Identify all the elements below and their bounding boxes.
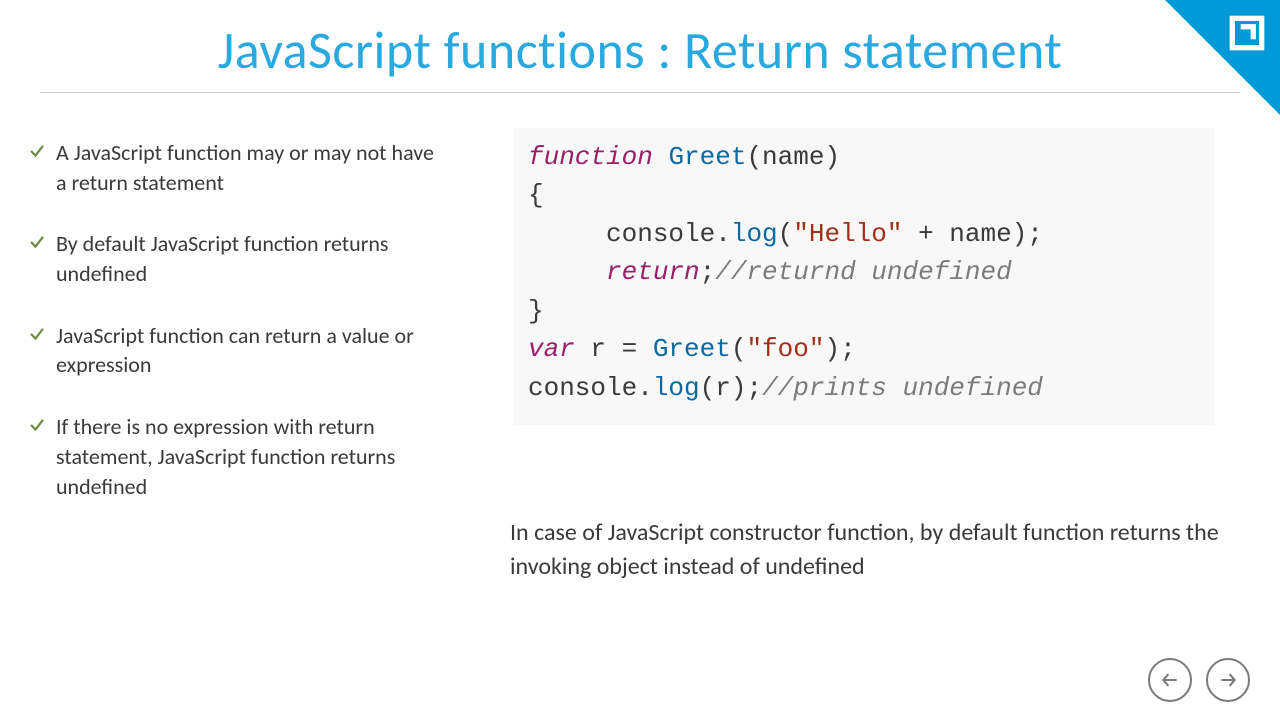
- code-block: function Greet(name) { console.log("Hell…: [514, 128, 1214, 425]
- bullet-text: If there is no expression with return st…: [56, 412, 448, 501]
- code-text: (name): [746, 142, 840, 172]
- code-string: "Hello": [793, 219, 902, 249]
- brand-logo-icon: [1226, 12, 1268, 59]
- prev-button[interactable]: [1148, 658, 1192, 702]
- code-keyword: var: [528, 334, 575, 364]
- code-text: (r);: [700, 373, 762, 403]
- bullet-item: If there is no expression with return st…: [28, 412, 448, 501]
- code-text: }: [528, 296, 544, 326]
- nav-controls: [1148, 658, 1250, 702]
- bullet-item: By default JavaScript function returns u…: [28, 229, 448, 288]
- title-underline: [40, 92, 1240, 93]
- code-text: );: [824, 334, 855, 364]
- check-icon: [28, 233, 46, 251]
- code-comment: //prints undefined: [762, 373, 1043, 403]
- code-fn: Greet: [653, 334, 731, 364]
- code-fn: Greet: [668, 142, 746, 172]
- code-text: (: [778, 219, 794, 249]
- bullet-text: By default JavaScript function returns u…: [56, 229, 448, 288]
- footnote: In case of JavaScript constructor functi…: [510, 516, 1230, 583]
- code-text: r =: [575, 334, 653, 364]
- code-fn: log: [653, 373, 700, 403]
- code-text: ;: [700, 257, 716, 287]
- code-text: console.: [528, 373, 653, 403]
- check-icon: [28, 325, 46, 343]
- code-text: {: [528, 180, 544, 210]
- code-text: (: [731, 334, 747, 364]
- code-text: [528, 219, 606, 249]
- bullet-text: A JavaScript function may or may not hav…: [56, 138, 448, 197]
- code-text: + name);: [902, 219, 1042, 249]
- next-button[interactable]: [1206, 658, 1250, 702]
- check-icon: [28, 142, 46, 160]
- slide: JavaScript functions : Return statement …: [0, 0, 1280, 720]
- code-comment: //returnd undefined: [715, 257, 1011, 287]
- code-fn: log: [731, 219, 778, 249]
- slide-title: JavaScript functions : Return statement: [0, 18, 1280, 82]
- code-string: "foo": [746, 334, 824, 364]
- bullet-list: A JavaScript function may or may not hav…: [28, 138, 448, 533]
- code-text: [528, 257, 606, 287]
- bullet-item: JavaScript function can return a value o…: [28, 321, 448, 380]
- bullet-text: JavaScript function can return a value o…: [56, 321, 448, 380]
- check-icon: [28, 416, 46, 434]
- code-keyword: function: [528, 142, 653, 172]
- code-text: console.: [606, 219, 731, 249]
- code-keyword: return: [606, 257, 700, 287]
- bullet-item: A JavaScript function may or may not hav…: [28, 138, 448, 197]
